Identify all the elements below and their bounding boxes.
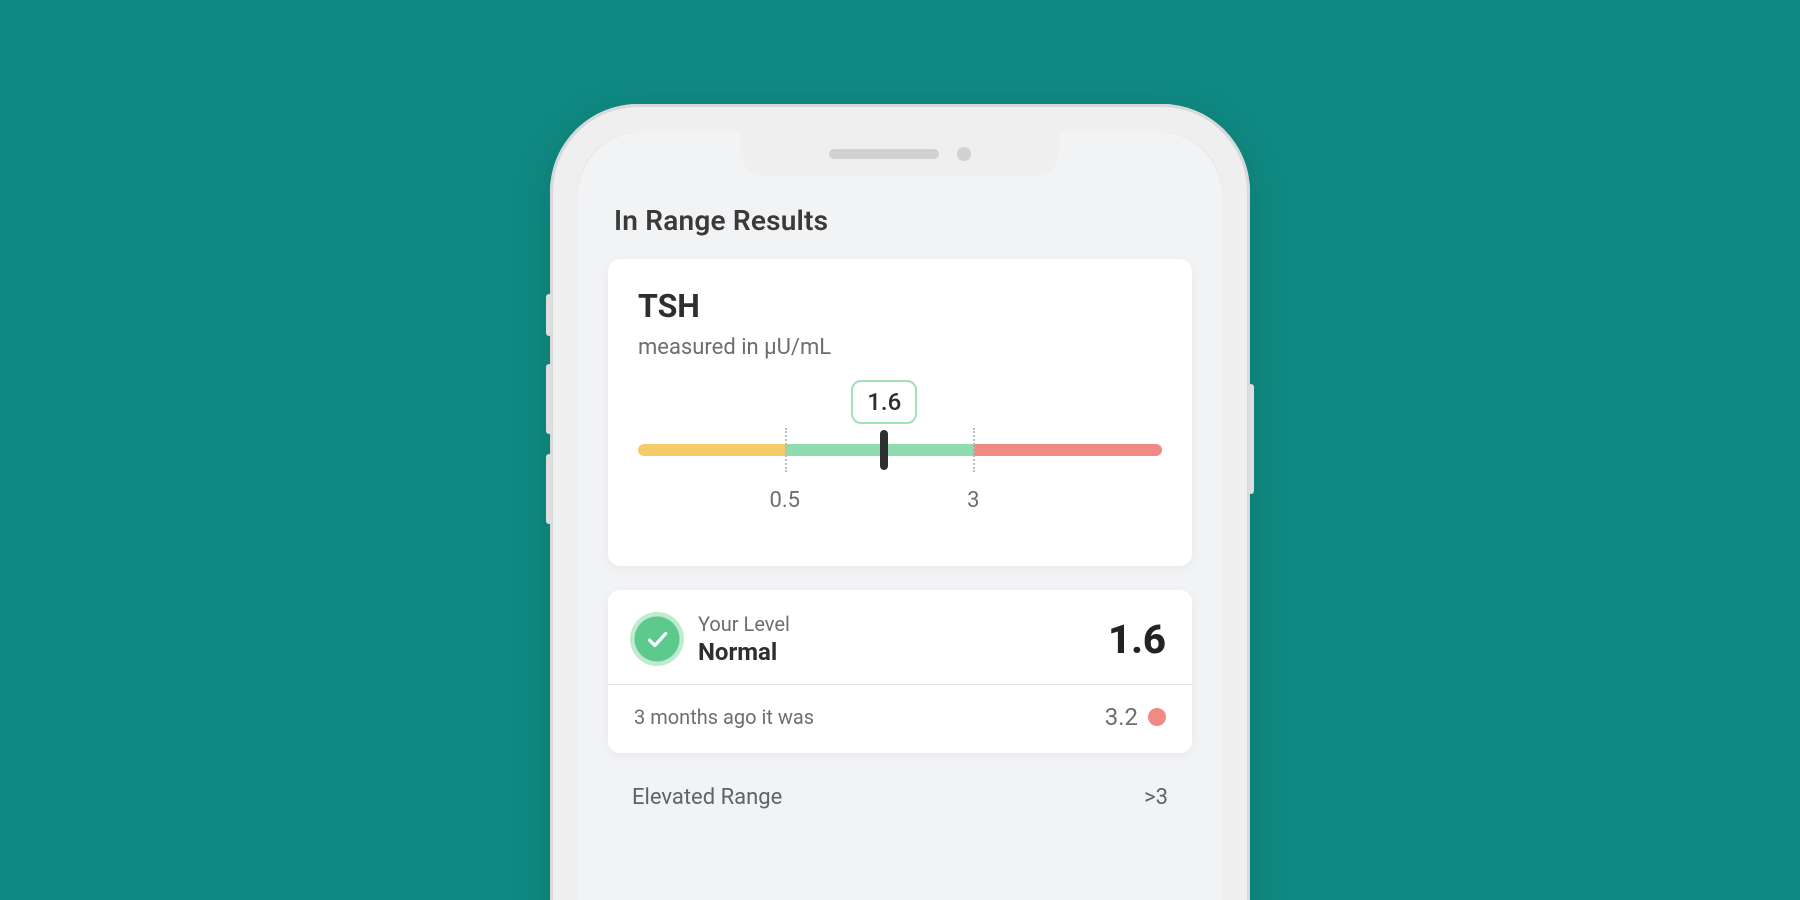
level-summary-card[interactable]: Your Level Normal 1.6 3 months ago it wa…: [608, 590, 1192, 753]
gauge-segment-high: [973, 444, 1162, 456]
phone-side-button: [1248, 384, 1254, 494]
previous-level-value: 3.2: [1105, 703, 1138, 731]
checkmark-badge-icon: [630, 612, 684, 666]
range-gauge: 1.6 0.5 3: [638, 380, 1162, 530]
phone-side-button: [546, 454, 552, 524]
gauge-tick-label-low: 0.5: [769, 488, 800, 513]
your-level-label: Your Level: [698, 612, 790, 636]
app-screen: In Range Results TSH measured in µU/mL 1…: [578, 132, 1222, 900]
marker-unit: measured in µU/mL: [638, 335, 1162, 360]
elevated-range-value: >3: [1144, 785, 1168, 810]
phone-screen: In Range Results TSH measured in µU/mL 1…: [578, 132, 1222, 900]
gauge-bar: [638, 444, 1162, 456]
level-summary-top: Your Level Normal 1.6: [608, 590, 1192, 685]
previous-level-label: 3 months ago it was: [634, 705, 814, 729]
level-status: Normal: [698, 638, 790, 666]
marker-card[interactable]: TSH measured in µU/mL 1.6 0.5 3: [608, 259, 1192, 566]
phone-side-button: [546, 364, 552, 434]
current-value-pill: 1.6: [851, 380, 917, 424]
unit-value: µU/mL: [764, 335, 831, 360]
gauge-tick-low: [785, 428, 787, 472]
gauge-segment-low: [638, 444, 785, 456]
level-value: 1.6: [1108, 616, 1166, 663]
level-summary-bottom: 3 months ago it was 3.2: [608, 685, 1192, 753]
section-heading: In Range Results: [614, 204, 1192, 237]
status-dot-icon: [1148, 708, 1166, 726]
elevated-range-row[interactable]: Elevated Range >3: [608, 777, 1192, 810]
phone-frame: In Range Results TSH measured in µU/mL 1…: [550, 104, 1250, 900]
gauge-tick-label-high: 3: [967, 488, 979, 513]
phone-side-button: [546, 294, 552, 336]
gauge-pointer: [880, 430, 888, 470]
gauge-tick-high: [973, 428, 975, 472]
gauge-segment-normal: [785, 444, 974, 456]
level-left: Your Level Normal: [630, 612, 790, 666]
unit-prefix: measured in: [638, 335, 764, 360]
elevated-range-label: Elevated Range: [632, 785, 782, 810]
marker-name: TSH: [638, 287, 1162, 325]
